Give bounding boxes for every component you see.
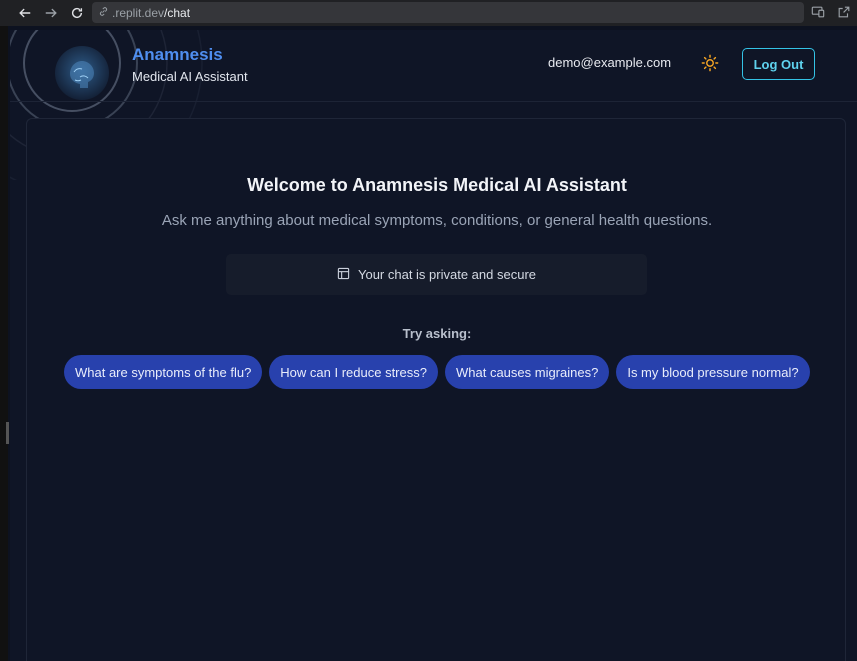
back-arrow-icon[interactable] bbox=[12, 0, 38, 26]
suggestion-chip[interactable]: Is my blood pressure normal? bbox=[616, 355, 810, 389]
url-path: /chat bbox=[164, 5, 191, 20]
address-bar[interactable]: .replit.dev/chat bbox=[92, 2, 804, 23]
forward-arrow-icon[interactable] bbox=[38, 0, 64, 26]
privacy-notice: Your chat is private and secure bbox=[226, 254, 647, 295]
app-header: Anamnesis Medical AI Assistant demo@exam… bbox=[10, 30, 857, 102]
resize-handle[interactable] bbox=[6, 422, 9, 444]
chat-panel: Welcome to Anamnesis Medical AI Assistan… bbox=[26, 118, 846, 661]
try-asking-label: Try asking: bbox=[402, 326, 472, 341]
browser-toolbar: .replit.dev/chat bbox=[0, 0, 857, 26]
link-icon bbox=[98, 6, 109, 20]
sun-icon[interactable] bbox=[700, 53, 720, 73]
suggestion-chip[interactable]: How can I reduce stress? bbox=[269, 355, 438, 389]
layout-icon bbox=[337, 267, 350, 283]
suggestion-chip[interactable]: What causes migraines? bbox=[444, 355, 610, 389]
suggestion-chip[interactable]: What are symptoms of the flu? bbox=[64, 355, 263, 389]
welcome-subtitle: Ask me anything about medical symptoms, … bbox=[161, 212, 713, 229]
privacy-text: Your chat is private and secure bbox=[357, 267, 536, 282]
cast-icon[interactable] bbox=[811, 5, 825, 24]
url-host: .replit.dev bbox=[112, 5, 165, 20]
reload-icon[interactable] bbox=[64, 0, 90, 26]
open-external-icon[interactable] bbox=[837, 5, 851, 24]
app-subtitle: Medical AI Assistant bbox=[132, 69, 248, 84]
window-edge bbox=[0, 26, 8, 661]
brain-logo-icon bbox=[55, 46, 109, 100]
user-email: demo@example.com bbox=[548, 55, 672, 70]
suggestion-list: What are symptoms of the flu? How can I … bbox=[64, 355, 810, 389]
logout-button[interactable]: Log Out bbox=[742, 48, 815, 80]
welcome-title: Welcome to Anamnesis Medical AI Assistan… bbox=[247, 175, 627, 195]
app-title: Anamnesis bbox=[132, 45, 223, 64]
app-root: Anamnesis Medical AI Assistant demo@exam… bbox=[10, 30, 857, 661]
